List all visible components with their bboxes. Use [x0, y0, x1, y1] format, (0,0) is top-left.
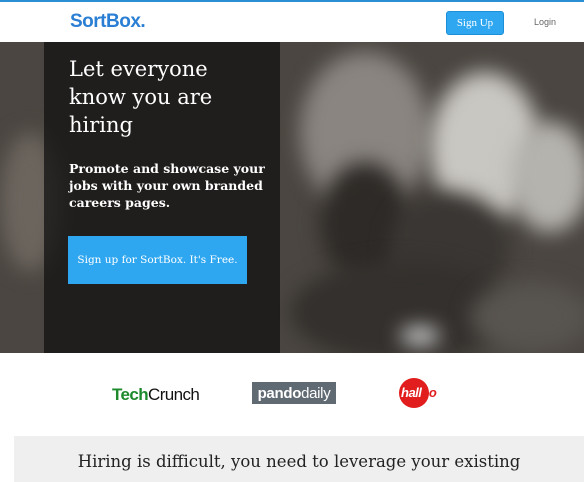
login-link[interactable]: Login — [534, 17, 556, 27]
hero-subtitle: Promote and showcase your jobs with your… — [69, 161, 265, 210]
hero-signup-button[interactable]: Sign up for SortBox. It's Free. — [68, 236, 247, 284]
site-header: SortBox. Sign Up Login — [0, 2, 584, 42]
pandodaily-logo: pando daily — [252, 382, 336, 404]
section-title: Hiring is difficult, you need to leverag… — [77, 452, 521, 471]
sortbox-logo[interactable]: SortBox. — [70, 11, 146, 33]
halloo-logo: halloo — [399, 378, 445, 408]
techcrunch-logo: TechCrunch — [112, 385, 200, 404]
hero-section: Let everyone know you are hiring Promote… — [0, 42, 584, 353]
press-logos: TechCrunch pando daily halloo — [0, 353, 584, 436]
info-section: Hiring is difficult, you need to leverag… — [14, 436, 584, 482]
hero-title: Let everyone know you are hiring — [69, 57, 213, 137]
header-signup-button[interactable]: Sign Up — [446, 11, 504, 35]
